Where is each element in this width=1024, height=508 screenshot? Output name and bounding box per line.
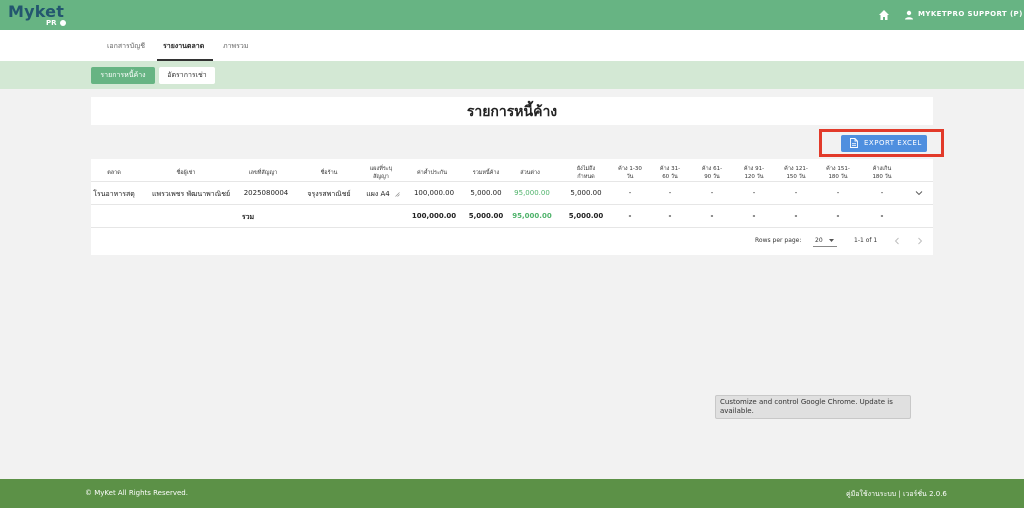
rows-per-page-label: Rows per page: [755, 237, 802, 244]
logo-sub-text: PR [46, 19, 57, 27]
total-overdue-91-120: - [752, 212, 756, 220]
resize-handle-icon [395, 192, 400, 197]
export-excel-label: EXPORT EXCEL [864, 139, 922, 147]
chevron-right-icon[interactable] [917, 237, 923, 245]
total-overdue-1-30: - [628, 212, 632, 220]
debt-table: ตลาด ชื่อผู้เช่า เลขที่สัญญา ชื่อร้าน แผ… [91, 159, 933, 255]
page-range: 1-1 of 1 [854, 237, 878, 244]
cell-market: โรนอาหารสดุ [93, 190, 135, 198]
total-overdue-151-180: - [836, 212, 840, 220]
cell-overdue-91-120: - [752, 189, 756, 197]
total-divider [91, 227, 933, 228]
total-deposit: 100,000.00 [411, 212, 457, 220]
header-overdue-151-180-line2: 180 วัน [828, 174, 848, 180]
header-overdue-1-30-line2: วัน [626, 174, 634, 180]
cell-not-due: 5,000.00 [570, 189, 602, 197]
rows-per-page-select[interactable]: 20 [815, 237, 823, 244]
header-overdue-121-150[interactable]: ค้าง 121- 150 วัน [779, 165, 813, 181]
header-overdue-31-60[interactable]: ค้าง 31- 60 วัน [653, 165, 687, 181]
sub-nav: รายการหนี้ค้าง อัตราการเช่า [0, 61, 1024, 89]
footer: © MyKet All Rights Reserved. คู่มือใช้งา… [0, 479, 1024, 508]
total-difference: 95,000.00 [512, 212, 552, 220]
header-overdue-91-120[interactable]: ค้าง 91- 120 วัน [737, 165, 771, 181]
file-icon [850, 138, 858, 148]
cell-shop: จรุงรสพาณิชย์ [307, 190, 351, 198]
tab-accounting-docs[interactable]: เอกสารบัญชี [107, 41, 145, 52]
cell-overdue-1-30: - [628, 189, 632, 197]
total-debt: 5,000.00 [468, 212, 504, 220]
header-overdue-91-120-line1: ค้าง 91- [743, 166, 765, 172]
header-overdue-151-180[interactable]: ค้าง 151- 180 วัน [821, 165, 855, 181]
rows-per-page-underline [813, 246, 837, 247]
cell-overdue-61-90: - [710, 189, 714, 197]
logo-dot-icon [60, 20, 66, 26]
total-label: รวม [241, 213, 255, 221]
chevron-down-icon[interactable] [915, 190, 923, 196]
user-icon[interactable] [904, 10, 914, 20]
header-tenant[interactable]: ชื่อผู้เช่า [141, 169, 231, 177]
cell-difference: 95,000.00 [514, 189, 550, 197]
header-deposit[interactable]: ค่าค้ำประกัน [409, 169, 455, 177]
myket-logo[interactable]: Myket PR [8, 2, 68, 28]
header-not-due[interactable]: ยังไม่ถึง กำหนด [565, 165, 607, 181]
cell-overdue-121-150: - [794, 189, 798, 197]
header-overdue-over-180-line2: 180 วัน [872, 174, 892, 180]
top-app-bar: Myket PR MYKETPRO SUPPORT (P) [0, 0, 1024, 30]
total-overdue-31-60: - [668, 212, 672, 220]
subtab-rental-rate[interactable]: อัตราการเช่า [159, 67, 215, 84]
total-overdue-121-150: - [794, 212, 798, 220]
header-stall-line1: แผงที่ระบุ [369, 166, 393, 172]
header-not-due-line2: กำหนด [577, 174, 595, 180]
main-nav: เอกสารบัญชี รายงานตลาด ภาพรวม [0, 30, 1024, 61]
row-divider [91, 204, 933, 205]
header-total-debt[interactable]: รวมหนี้ค้าง [463, 169, 509, 177]
cell-overdue-151-180: - [836, 189, 840, 197]
cell-total-debt: 5,000.00 [470, 189, 502, 197]
total-not-due: 5,000.00 [568, 212, 604, 220]
header-contract-no[interactable]: เลขที่สัญญา [237, 169, 289, 177]
header-divider [91, 181, 933, 182]
user-menu-label[interactable]: MYKETPRO SUPPORT (P) [918, 10, 1023, 18]
home-icon[interactable] [878, 9, 890, 21]
header-overdue-over-180[interactable]: ค้างเกิน 180 วัน [865, 165, 899, 181]
cell-overdue-over-180: - [880, 189, 884, 197]
header-overdue-61-90-line1: ค้าง 61- [701, 166, 723, 172]
cell-overdue-31-60: - [668, 189, 672, 197]
header-overdue-1-30[interactable]: ค้าง 1-30 วัน [613, 165, 647, 181]
header-stall-line2: สัญญา [373, 174, 389, 180]
tab-market-report[interactable]: รายงานตลาด [163, 41, 204, 52]
cell-stall: แผง A4 [366, 190, 390, 198]
header-market[interactable]: ตลาด [91, 169, 137, 177]
footer-manual-version[interactable]: คู่มือใช้งานระบบ | เวอร์ชั่น 2.0.6 [846, 489, 947, 500]
subtab-outstanding-debts[interactable]: รายการหนี้ค้าง [91, 67, 155, 84]
header-stall[interactable]: แผงที่ระบุ สัญญา [361, 165, 401, 181]
header-overdue-61-90[interactable]: ค้าง 61- 90 วัน [695, 165, 729, 181]
header-overdue-31-60-line2: 60 วัน [662, 174, 678, 180]
header-overdue-61-90-line2: 90 วัน [704, 174, 720, 180]
browser-update-tooltip: Customize and control Google Chrome. Upd… [715, 395, 911, 419]
header-overdue-over-180-line1: ค้างเกิน [872, 166, 892, 172]
cell-tenant: แพรวเพชร พัฒนาพาณิชย์ [151, 190, 231, 198]
header-overdue-1-30-line1: ค้าง 1-30 [618, 166, 642, 172]
header-overdue-121-150-line1: ค้าง 121- [784, 166, 808, 172]
title-card: รายการหนี้ค้าง [91, 97, 933, 125]
chevron-left-icon[interactable] [894, 237, 900, 245]
caret-down-icon[interactable] [829, 239, 834, 242]
footer-copyright: © MyKet All Rights Reserved. [85, 489, 188, 497]
header-overdue-121-150-line2: 150 วัน [786, 174, 806, 180]
header-shop[interactable]: ชื่อร้าน [299, 169, 359, 177]
export-excel-button[interactable]: EXPORT EXCEL [841, 135, 927, 152]
tab-overview[interactable]: ภาพรวม [223, 41, 248, 52]
cell-deposit: 100,000.00 [413, 189, 455, 197]
header-not-due-line1: ยังไม่ถึง [576, 166, 596, 172]
total-overdue-over-180: - [880, 212, 884, 220]
header-overdue-151-180-line1: ค้าง 151- [826, 166, 850, 172]
total-overdue-61-90: - [710, 212, 714, 220]
header-difference[interactable]: ส่วนต่าง [511, 169, 549, 177]
header-overdue-31-60-line1: ค้าง 31- [659, 166, 681, 172]
page-title: รายการหนี้ค้าง [466, 104, 558, 120]
header-overdue-91-120-line2: 120 วัน [744, 174, 764, 180]
cell-contract-no: 2025080004 [243, 189, 289, 197]
